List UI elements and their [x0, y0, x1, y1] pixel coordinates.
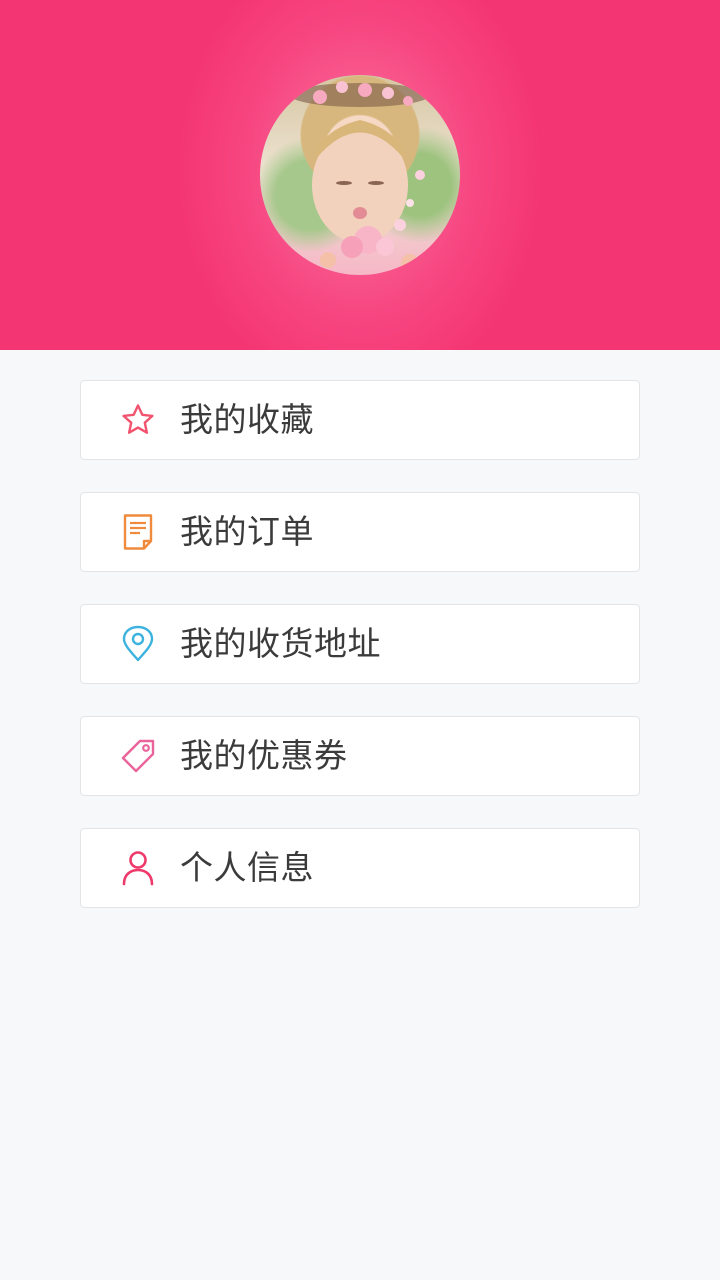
profile-menu: 我的收藏 我的订单 我的收货地址 我的优惠券 个人信息 — [80, 380, 640, 940]
profile-header — [0, 0, 720, 350]
menu-item-label: 我的优惠券 — [180, 736, 348, 775]
menu-item-label: 我的收货地址 — [180, 624, 381, 663]
avatar-photo — [290, 81, 430, 272]
menu-item-label: 个人信息 — [180, 848, 314, 887]
person-icon — [119, 849, 157, 887]
menu-item-favorites[interactable]: 我的收藏 — [80, 380, 640, 460]
menu-item-coupons[interactable]: 我的优惠券 — [80, 716, 640, 796]
location-pin-icon — [119, 625, 157, 663]
menu-item-label: 我的收藏 — [180, 400, 314, 439]
coupon-tag-icon — [119, 737, 157, 775]
star-icon — [119, 401, 157, 439]
menu-item-orders[interactable]: 我的订单 — [80, 492, 640, 572]
menu-item-label: 我的订单 — [180, 512, 314, 551]
avatar[interactable] — [260, 75, 460, 275]
menu-item-personal-info[interactable]: 个人信息 — [80, 828, 640, 908]
menu-item-shipping-address[interactable]: 我的收货地址 — [80, 604, 640, 684]
order-document-icon — [119, 513, 157, 551]
